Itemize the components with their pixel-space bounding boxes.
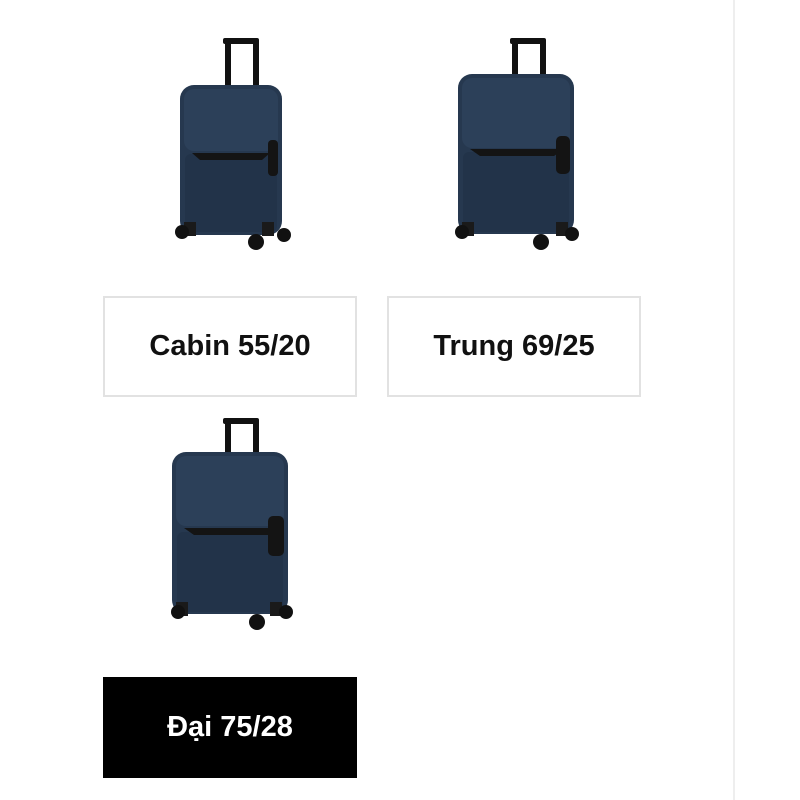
suitcase-medium-image [452, 36, 584, 252]
size-option-cabin-label: Cabin 55/20 [149, 330, 311, 362]
size-selector-page: Cabin 55/20 Trung 69/25 Đại 75/28 [0, 0, 800, 800]
size-option-large[interactable]: Đại 75/28 [103, 677, 357, 778]
size-option-medium[interactable]: Trung 69/25 [387, 296, 641, 397]
size-option-large-label: Đại 75/28 [167, 711, 293, 743]
size-option-cabin[interactable]: Cabin 55/20 [103, 296, 357, 397]
right-divider [733, 0, 735, 800]
suitcase-large-image [166, 416, 298, 632]
size-option-medium-label: Trung 69/25 [433, 330, 595, 362]
suitcase-cabin-image [170, 36, 296, 252]
